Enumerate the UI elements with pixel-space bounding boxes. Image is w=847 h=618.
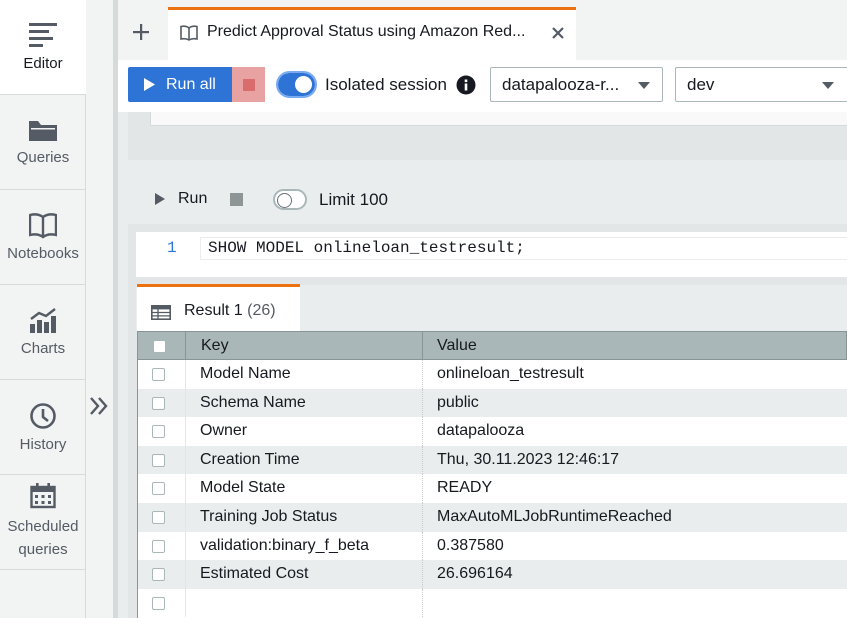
cell-key: Training Job Status: [200, 508, 338, 525]
cell-value: onlineloan_testresult: [437, 365, 584, 382]
select-all-checkbox[interactable]: [153, 340, 166, 353]
previous-cell-editor[interactable]: [150, 112, 847, 126]
calendar-icon: [30, 483, 56, 509]
nav-notebooks[interactable]: Notebooks: [0, 190, 86, 284]
table-row[interactable]: Schema Name public: [138, 388, 847, 418]
limit-label: Limit 100: [319, 190, 388, 209]
table-row[interactable]: [138, 588, 847, 618]
row-checkbox[interactable]: [152, 511, 165, 524]
cell-key: Model Name: [200, 365, 291, 382]
table-icon: [151, 305, 171, 320]
book-icon: [29, 212, 57, 238]
connection-value: datapalooza-r...: [502, 75, 620, 94]
row-checkbox[interactable]: [152, 539, 165, 553]
isolated-session-label: Isolated session: [325, 75, 447, 94]
nav-queries[interactable]: Queries: [0, 95, 86, 189]
row-checkbox[interactable]: [152, 453, 165, 467]
run-all-label: Run all: [166, 75, 216, 93]
cell-key: Owner: [200, 422, 248, 440]
row-checkbox[interactable]: [152, 568, 165, 582]
expand-panel-icon[interactable]: [88, 394, 110, 418]
cell-value: READY: [437, 479, 493, 497]
cell-key: Model State: [200, 479, 286, 497]
table-row[interactable]: Model Name onlineloan_testresult: [138, 360, 847, 389]
table-row[interactable]: Training Job Status MaxAutoMLJobRuntimeRe…: [138, 503, 847, 532]
table-row[interactable]: Estimated Cost 26.696164: [138, 560, 847, 589]
play-icon: [155, 193, 165, 205]
run-button[interactable]: Run: [155, 190, 207, 208]
caret-down-icon: [822, 82, 834, 89]
row-checkbox[interactable]: [152, 396, 165, 410]
cell-value: Thu, 30.11.2023 12:46:17: [437, 450, 620, 468]
row-checkbox[interactable]: [152, 425, 165, 439]
run-label: Run: [178, 190, 208, 207]
column-header-key[interactable]: Key: [201, 337, 229, 355]
table-row[interactable]: validation:binary_f_beta 0.387580: [138, 531, 847, 561]
clock-icon: [30, 402, 56, 429]
table-row[interactable]: Owner datapalooza: [138, 417, 847, 446]
nav-label: Charts: [20, 339, 66, 357]
folder-icon: [29, 120, 57, 141]
row-checkbox[interactable]: [152, 482, 165, 496]
plus-icon: [133, 24, 149, 40]
nav-editor[interactable]: Editor: [0, 0, 86, 94]
connection-select[interactable]: datapalooza-r...: [490, 67, 663, 102]
isolated-session-toggle[interactable]: [276, 71, 317, 98]
stop-all-button[interactable]: [232, 67, 265, 102]
column-header-value[interactable]: Value: [437, 337, 477, 355]
nav-label: Notebooks: [7, 244, 79, 262]
new-tab-button[interactable]: [122, 14, 160, 50]
grid-header: Key Value: [137, 331, 847, 360]
result-count: (26): [247, 302, 276, 319]
cell-key: Creation Time: [200, 450, 300, 468]
caret-down-icon: [638, 82, 650, 89]
stop-icon: [242, 78, 255, 91]
chart-icon: [30, 307, 56, 333]
run-all-button[interactable]: Run all: [128, 67, 232, 102]
line-number: 1: [167, 239, 177, 257]
result-tab-label: Result 1 (26): [184, 302, 276, 319]
cell-value: public: [437, 393, 479, 411]
nav-label: History: [19, 435, 67, 453]
result-tab[interactable]: Result 1 (26): [137, 284, 300, 332]
nav-label: Queries: [16, 148, 70, 166]
cell-value: MaxAutoMLJobRuntimeReached: [437, 508, 672, 525]
tab-title: Predict Approval Status using Amazon Red…: [207, 23, 526, 40]
table-row[interactable]: Creation Time Thu, 30.11.2023 12:46:17: [138, 445, 847, 475]
info-icon[interactable]: [456, 75, 476, 95]
stop-button[interactable]: [230, 193, 243, 206]
notebook-tab[interactable]: Predict Approval Status using Amazon Red…: [168, 7, 576, 60]
table-row[interactable]: Model State READY: [138, 474, 847, 503]
cell-value: 26.696164: [437, 565, 513, 583]
play-icon: [144, 78, 155, 91]
row-checkbox[interactable]: [152, 368, 165, 381]
editor-icon: [29, 22, 57, 47]
sql-code[interactable]: SHOW MODEL onlineloan_testresult;: [208, 239, 525, 257]
cell-key: validation:binary_f_beta: [200, 536, 370, 554]
notebook-icon: [180, 25, 198, 41]
cell-value: 0.387580: [437, 536, 504, 554]
limit-toggle[interactable]: [273, 189, 307, 210]
database-select[interactable]: dev: [675, 67, 847, 102]
cell-key: Estimated Cost: [200, 565, 309, 583]
database-value: dev: [687, 75, 715, 94]
cell-value: datapalooza: [437, 422, 525, 440]
row-checkbox[interactable]: [152, 596, 165, 610]
close-icon[interactable]: [552, 27, 564, 39]
cell-key: Schema Name: [200, 393, 306, 411]
nav-scheduled-queries[interactable]: Scheduled queries: [0, 475, 86, 569]
nav-charts[interactable]: Charts: [0, 285, 86, 379]
nav-label: Editor: [23, 54, 63, 72]
nav-history[interactable]: History: [0, 380, 86, 474]
nav-label: queries: [18, 541, 68, 558]
nav-label: Scheduled: [7, 518, 79, 535]
